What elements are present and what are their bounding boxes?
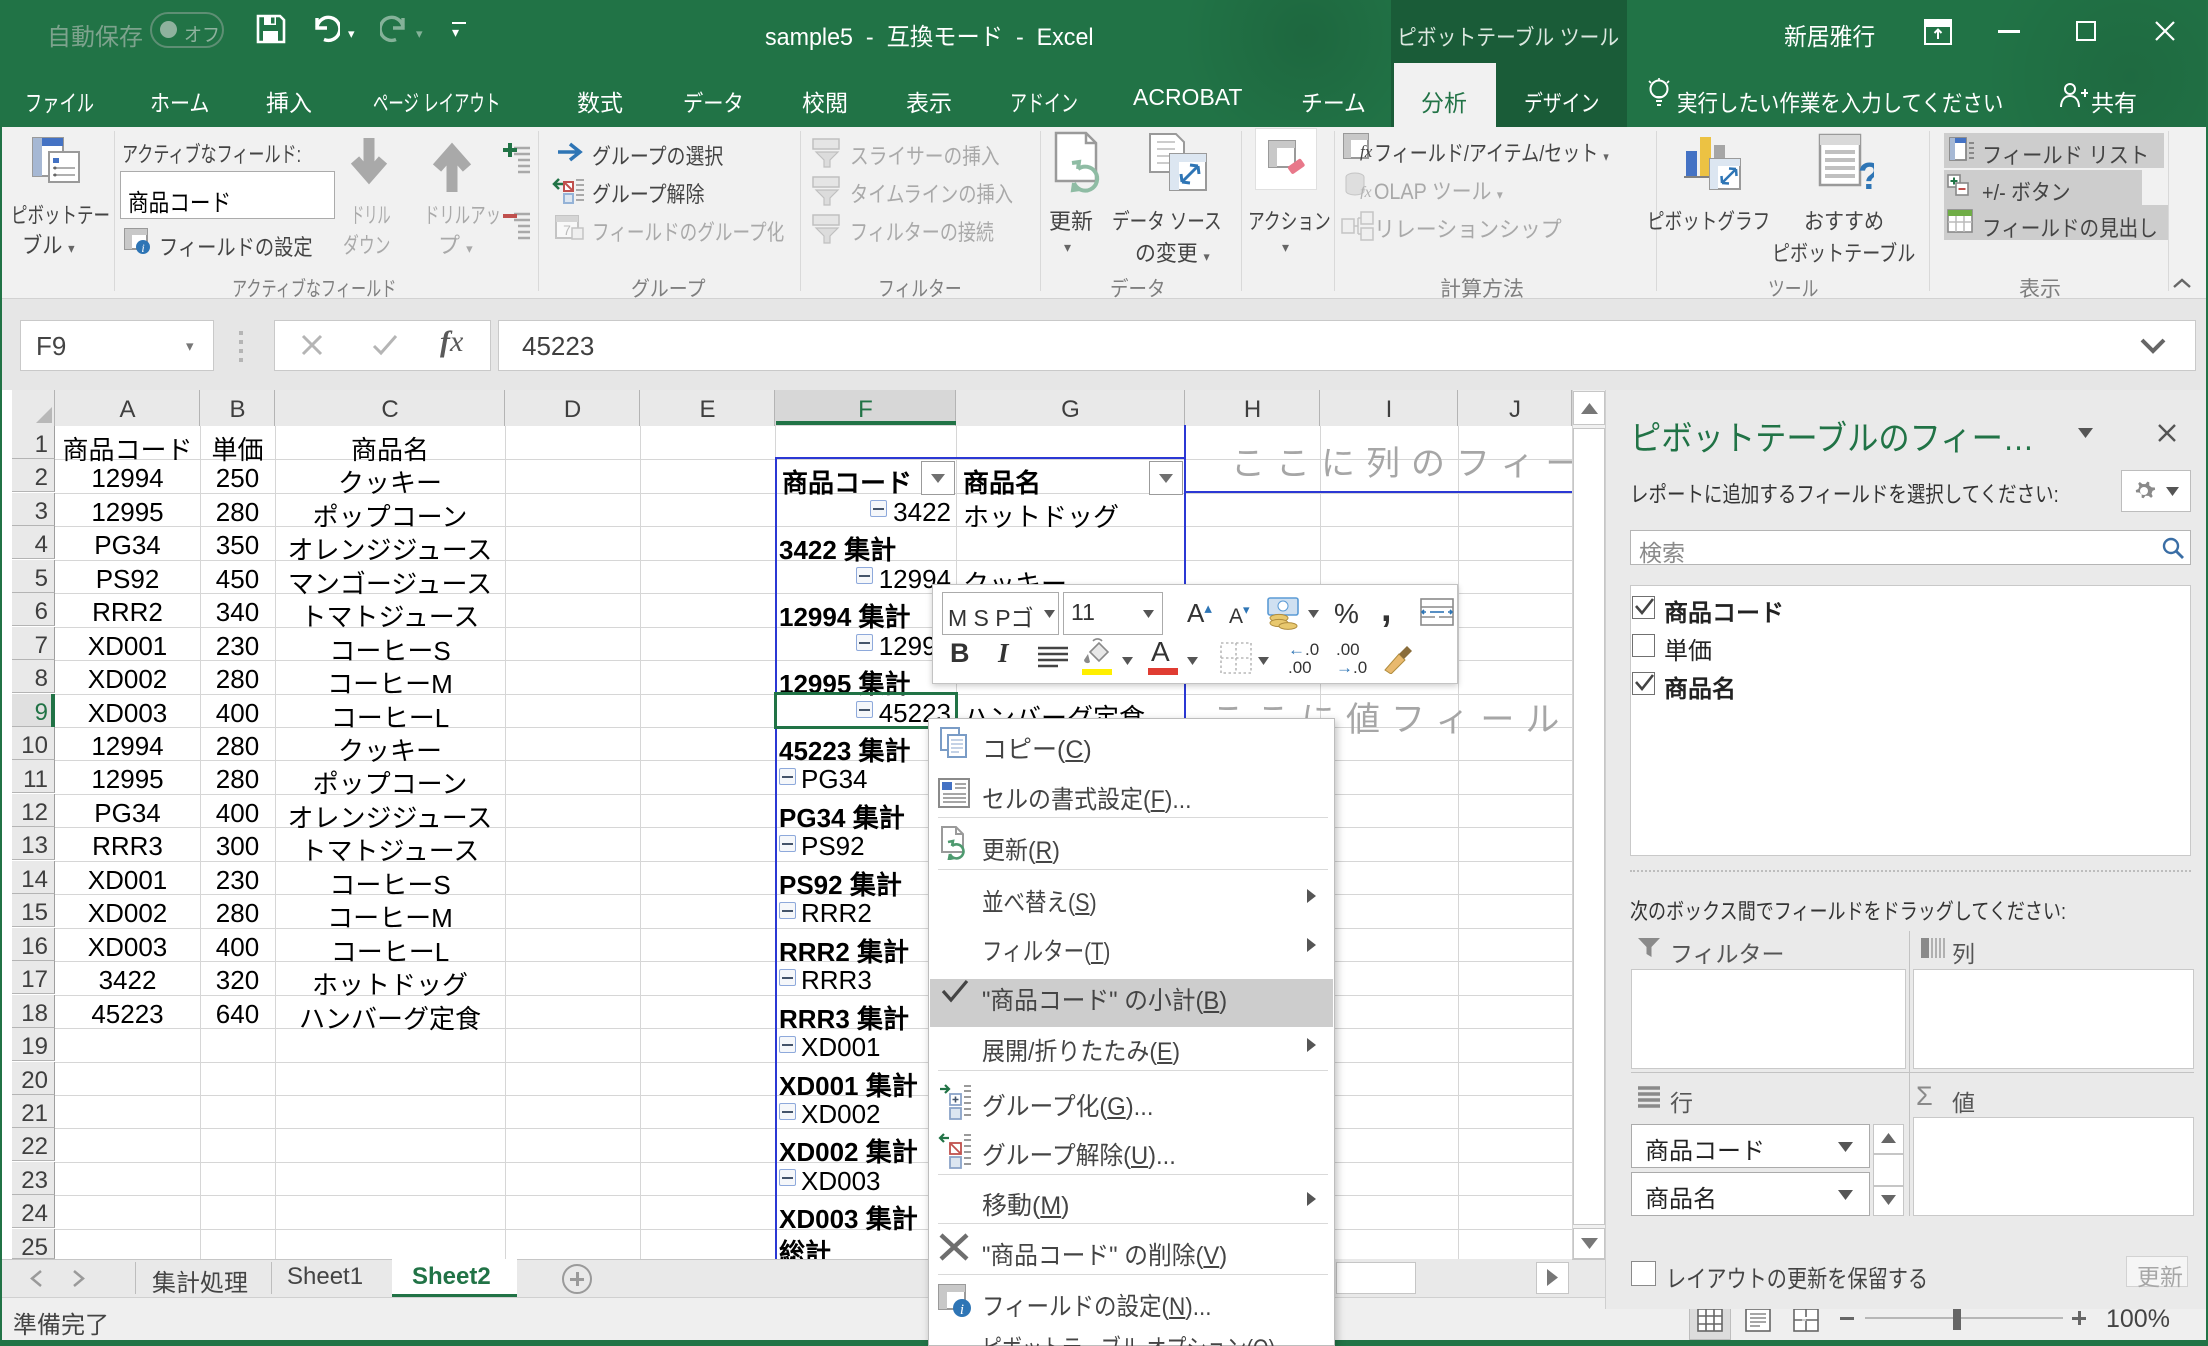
- svg-text:7: 7: [563, 222, 571, 238]
- svg-text:fx: fx: [1360, 142, 1373, 161]
- svg-text:?: ?: [1858, 156, 1874, 193]
- svg-text:i: i: [960, 1302, 964, 1318]
- svg-text:fx: fx: [1360, 184, 1372, 199]
- svg-text:i: i: [141, 241, 144, 254]
